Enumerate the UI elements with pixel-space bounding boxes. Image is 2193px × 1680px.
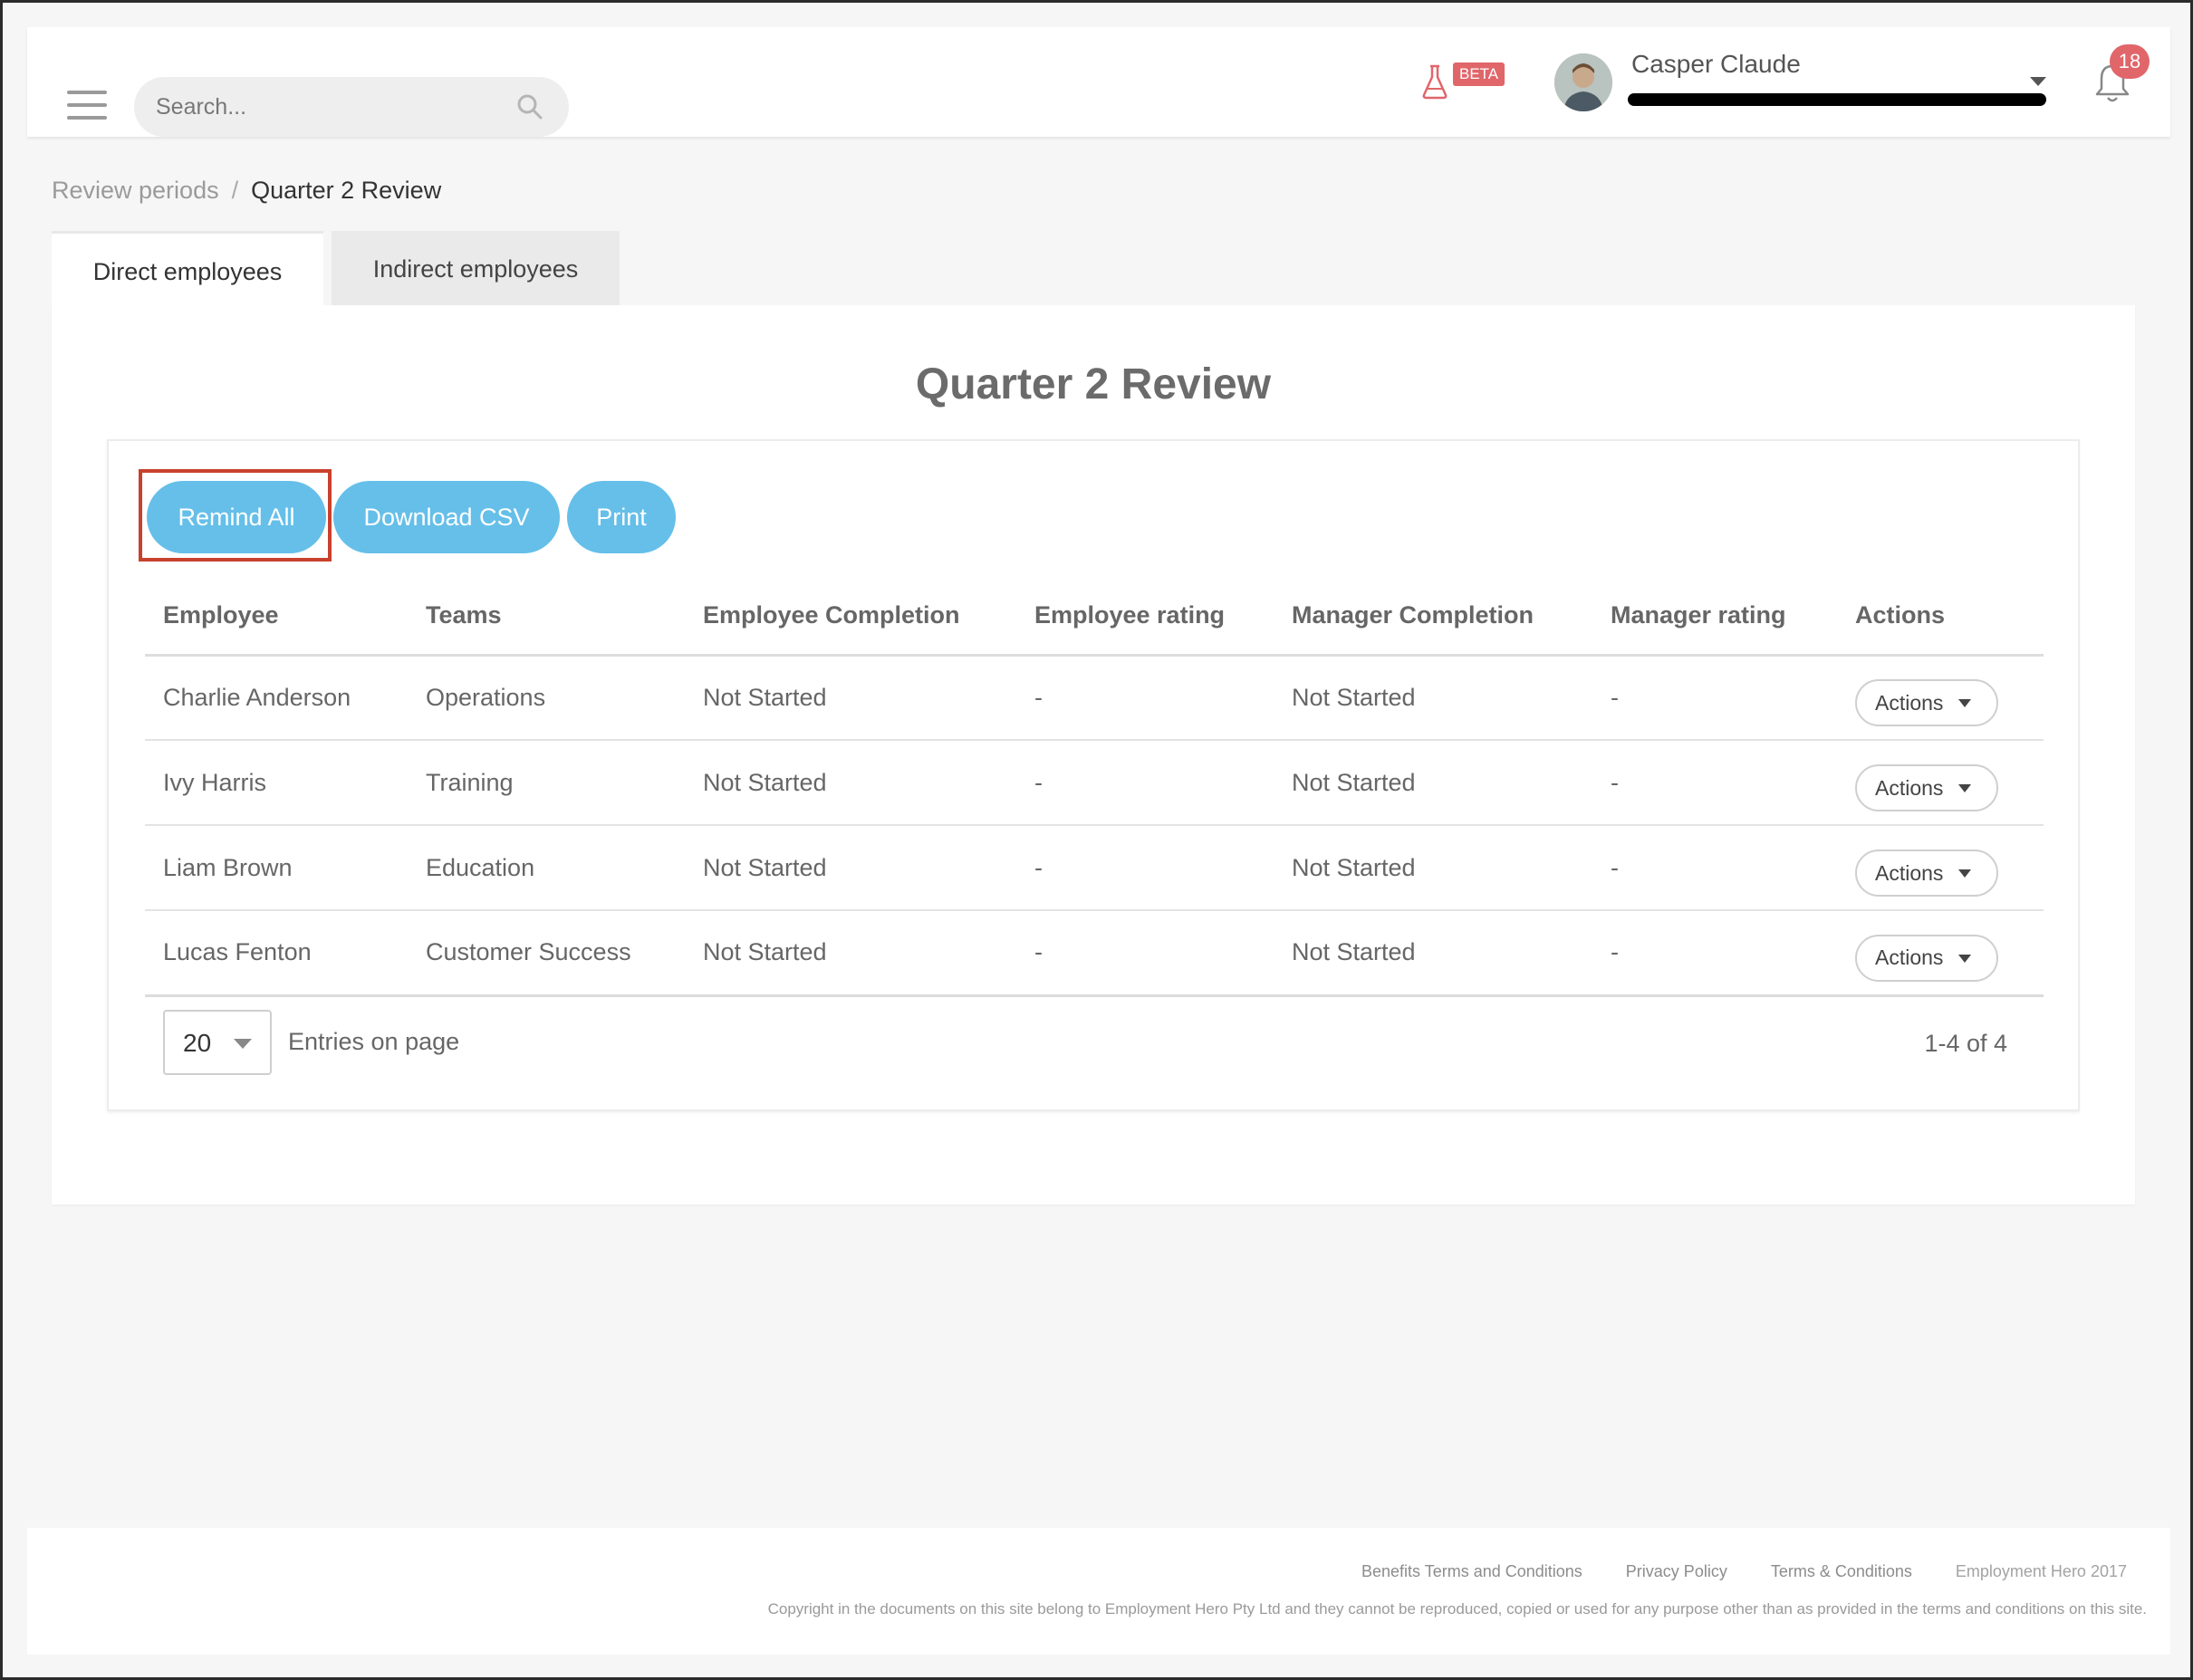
cell-manager-completion: Not Started [1274,825,1592,911]
breadcrumb: Review periods / Quarter 2 Review [52,177,441,205]
actions-label: Actions [1875,860,1944,885]
redacted-user-detail [1628,93,2046,106]
column-header-employee-rating: Employee rating [1016,577,1274,657]
column-header-employee-completion: Employee Completion [685,577,1016,657]
footer-link-terms-conditions[interactable]: Terms & Conditions [1771,1562,1912,1580]
download-csv-button[interactable]: Download CSV [333,481,560,553]
footer-brand: Employment Hero 2017 [1955,1562,2127,1580]
search-box [134,77,569,137]
avatar[interactable] [1554,53,1612,111]
table-row: Lucas Fenton Customer Success Not Starte… [145,910,2044,997]
page-size-select[interactable]: 20 [163,1010,272,1075]
caret-down-icon [1958,954,1971,963]
cell-employee: Ivy Harris [145,740,408,826]
cell-employee-completion: Not Started [685,910,1016,997]
cell-team: Training [408,740,685,826]
top-navbar: BETA Casper Claude 18 [27,27,2170,137]
caret-down-icon [1958,699,1971,708]
remind-all-button[interactable]: Remind All [147,481,326,553]
cell-actions: Actions [1837,910,2044,997]
beta-badge: BETA [1453,62,1505,86]
hamburger-menu-icon[interactable] [67,91,107,120]
flask-icon[interactable] [1420,63,1449,100]
cell-team: Education [408,825,685,911]
cell-actions: Actions [1837,740,2044,826]
cell-actions: Actions [1837,655,2044,741]
cell-manager-completion: Not Started [1274,910,1592,997]
cell-employee-rating: - [1016,655,1274,741]
cell-manager-rating: - [1592,910,1837,997]
cell-employee: Lucas Fenton [145,910,408,997]
footer-link-benefits-terms[interactable]: Benefits Terms and Conditions [1361,1562,1582,1580]
column-header-manager-rating: Manager rating [1592,577,1837,657]
cell-employee-rating: - [1016,825,1274,911]
search-input[interactable] [156,77,500,137]
actions-label: Actions [1875,690,1944,715]
page-size-value: 20 [183,1029,212,1057]
entries-on-page-label: Entries on page [288,1028,460,1055]
user-menu-chevron-down-icon[interactable] [2030,77,2046,86]
breadcrumb-current: Quarter 2 Review [251,177,442,204]
cell-actions: Actions [1837,825,2044,911]
user-name[interactable]: Casper Claude [1631,50,1801,79]
cell-employee-completion: Not Started [685,740,1016,826]
column-header-manager-completion: Manager Completion [1274,577,1592,657]
notification-count-badge: 18 [2110,44,2150,79]
cell-team: Customer Success [408,910,685,997]
cell-employee-completion: Not Started [685,825,1016,911]
cell-employee-completion: Not Started [685,655,1016,741]
cell-manager-completion: Not Started [1274,740,1592,826]
actions-label: Actions [1875,946,1944,970]
cell-employee-rating: - [1016,910,1274,997]
employees-table: Employee Teams Employee Completion Emplo… [145,577,2044,997]
user-avatar-icon [1554,53,1612,111]
actions-dropdown-button[interactable]: Actions [1855,679,1998,727]
tab-indirect-employees[interactable]: Indirect employees [332,231,620,307]
actions-dropdown-button[interactable]: Actions [1855,850,1998,897]
print-button[interactable]: Print [567,481,676,553]
cell-employee: Liam Brown [145,825,408,911]
actions-label: Actions [1875,775,1944,800]
employees-card: Remind All Download CSV Print Employee T… [107,439,2080,1111]
cell-manager-rating: - [1592,655,1837,741]
search-icon[interactable] [516,93,543,120]
table-row: Ivy Harris Training Not Started - Not St… [145,740,2044,826]
table-row: Charlie Anderson Operations Not Started … [145,655,2044,741]
footer-link-privacy-policy[interactable]: Privacy Policy [1626,1562,1727,1580]
cell-manager-completion: Not Started [1274,655,1592,741]
cell-employee-rating: - [1016,740,1274,826]
actions-dropdown-button[interactable]: Actions [1855,764,1998,811]
review-panel: Quarter 2 Review Remind All Download CSV… [52,305,2135,1205]
breadcrumb-review-periods-link[interactable]: Review periods [52,177,219,204]
pagination-range: 1-4 of 4 [1924,1030,2007,1057]
actions-dropdown-button[interactable]: Actions [1855,934,1998,982]
footer-copyright: Copyright in the documents on this site … [767,1600,2147,1618]
table-row: Liam Brown Education Not Started - Not S… [145,825,2044,911]
footer-links: Benefits Terms and Conditions Privacy Pol… [1318,1562,2127,1581]
page-title: Quarter 2 Review [915,360,1272,408]
cell-manager-rating: - [1592,825,1837,911]
column-header-employee: Employee [145,577,408,657]
footer: Benefits Terms and Conditions Privacy Pol… [27,1528,2170,1655]
app-window: BETA Casper Claude 18 Review periods / Qua… [0,0,2193,1680]
cell-employee: Charlie Anderson [145,655,408,741]
table-header-row: Employee Teams Employee Completion Emplo… [145,577,2044,657]
caret-down-icon [1958,869,1971,878]
caret-down-icon [1958,784,1971,792]
tab-direct-employees[interactable]: Direct employees [52,231,323,307]
chevron-down-icon [234,1039,252,1049]
cell-manager-rating: - [1592,740,1837,826]
column-header-teams: Teams [408,577,685,657]
cell-team: Operations [408,655,685,741]
breadcrumb-separator: / [231,177,239,204]
column-header-actions: Actions [1837,577,2044,657]
